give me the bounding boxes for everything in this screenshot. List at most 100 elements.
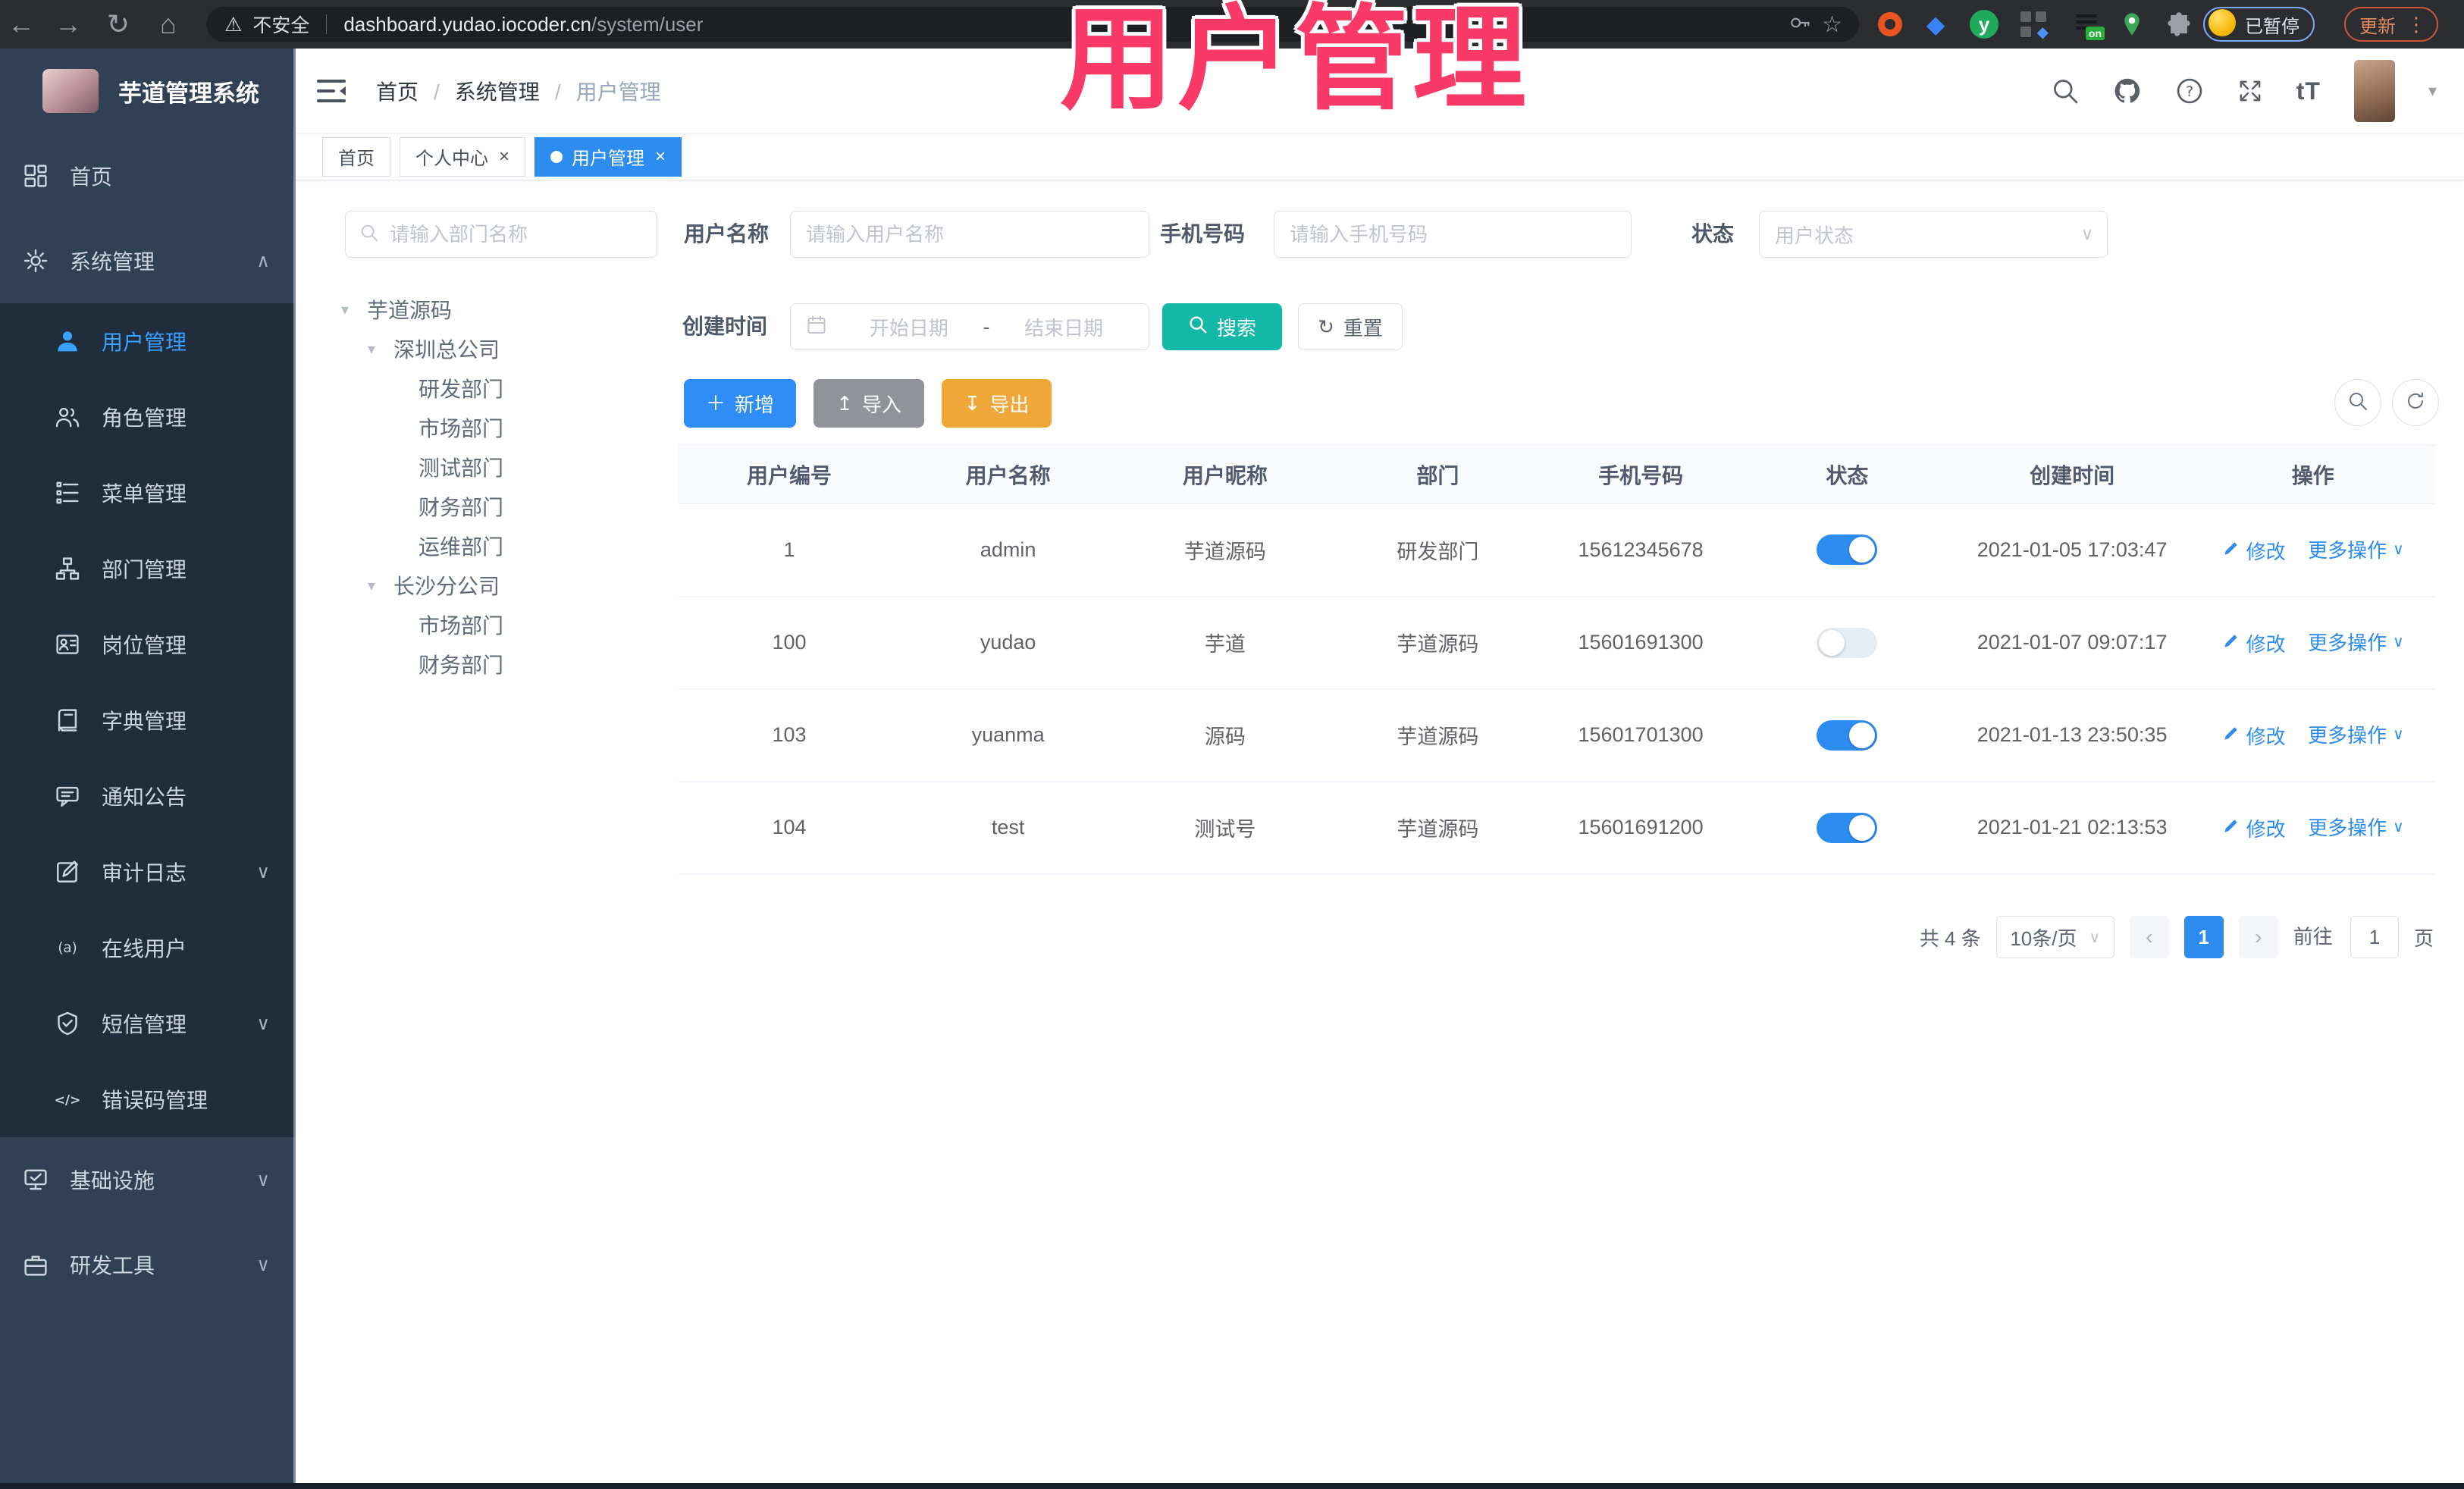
username-input[interactable] [806,222,1133,246]
address-bar[interactable]: ⚠ 不安全 dashboard.yudao.iocoder.cn/system/… [206,7,1859,42]
tree-caret-icon[interactable]: ▾ [368,576,393,595]
browser-back-icon[interactable]: ← [0,0,42,49]
breadcrumb-item[interactable]: 首页 [376,76,455,106]
fullscreen-icon[interactable] [2237,78,2263,104]
goto-page-input[interactable] [2350,916,2399,958]
dept-search-input[interactable] [390,222,643,246]
tree-node[interactable]: ▾ 运维部门 [341,526,660,566]
tree-node[interactable]: ▾ 财务部门 [341,644,660,684]
status-toggle[interactable] [1817,627,1878,658]
tree-node[interactable]: ▾ 芋道源码 [341,290,660,329]
add-button[interactable]: ＋ 新增 [684,379,796,428]
more-actions-link[interactable]: 更多操作 ∨ [2308,813,2404,841]
sidebar-item[interactable]: 研发工具 ∨ [0,1222,296,1307]
table-column-header: 操作 [2190,444,2436,504]
sidebar-item[interactable]: 字典管理 [0,682,296,758]
bookmark-star-icon[interactable]: ☆ [1822,11,1842,38]
tree-node[interactable]: ▾ 市场部门 [341,408,660,447]
edit-link[interactable]: 修改 [2222,814,2286,842]
sidebar-item[interactable]: 用户管理 [0,303,296,379]
tree-caret-icon[interactable]: ▾ [368,340,393,359]
status-toggle[interactable] [1817,719,1878,751]
refresh-button[interactable] [2392,379,2439,426]
browser-reload-icon[interactable]: ↻ [97,0,140,49]
search-button-icon [1188,315,1208,340]
search-button[interactable]: 搜索 [1162,303,1282,350]
table-header-row: 用户编号 用户名称 用户昵称 部门 手机号码 状态 创建时间 操作 [679,444,2436,504]
sidebar-item[interactable]: 通知公告 [0,758,296,834]
user-avatar[interactable] [2353,60,2395,122]
breadcrumb-item[interactable]: 系统管理 [455,76,576,106]
avatar-caret-icon[interactable]: ▾ [2428,81,2437,101]
github-icon[interactable] [2113,77,2142,105]
table-row: 1 admin 芋道源码 研发部门 15612345678 2021-01-05… [679,503,2436,597]
error-code-icon: </> [55,1086,80,1112]
puzzle-ext[interactable] [2162,8,2196,41]
sidebar-item[interactable]: (a) 在线用户 [0,910,296,986]
edit-link[interactable]: 修改 [2222,629,2286,657]
profile-paused-chip[interactable]: 已暂停 [2203,7,2315,42]
import-button[interactable]: ↥ 导入 [813,379,924,428]
tags-bar: 首页 × 个人中心 × 用户管理 × [296,133,2464,180]
key-icon[interactable] [1788,11,1811,38]
sidebar-item[interactable]: 短信管理 ∨ [0,986,296,1061]
breadcrumb-item[interactable]: 用户管理 [576,76,661,106]
view-tab[interactable]: 用户管理 × [534,136,682,177]
sidebar-item[interactable]: 首页 [0,133,296,218]
hamburger-icon[interactable] [317,78,346,104]
sidebar-item[interactable]: 角色管理 [0,379,296,455]
pin-ext[interactable] [2115,8,2149,41]
font-size-icon[interactable]: tT [2296,77,2321,105]
close-icon[interactable]: × [655,146,666,168]
sidebar-item[interactable]: </> 错误码管理 [0,1061,296,1137]
browser-forward-icon[interactable]: → [47,0,89,49]
edit-link[interactable]: 修改 [2222,537,2286,565]
sidebar-item[interactable]: 菜单管理 [0,455,296,531]
tree-node[interactable]: ▾ 财务部门 [341,487,660,526]
search-icon[interactable] [2051,77,2080,105]
pencil-icon [2222,632,2240,655]
hide-search-button[interactable] [2334,379,2381,426]
chrome-update-button[interactable]: 更新 ⋮ [2344,7,2438,42]
cell-created-time: 2021-01-05 17:03:47 [1954,503,2190,597]
sidebar-item[interactable]: 部门管理 [0,531,296,607]
close-icon[interactable]: × [499,146,509,168]
sidebar-item[interactable]: 岗位管理 [0,607,296,682]
view-tab[interactable]: 个人中心 × [400,136,526,177]
current-page-button[interactable]: 1 [2183,916,2224,958]
tree-node[interactable]: ▾ 研发部门 [341,368,660,408]
more-actions-link[interactable]: 更多操作 ∨ [2308,720,2404,748]
tree-node[interactable]: ▾ 长沙分公司 [341,566,660,605]
status-toggle[interactable] [1817,812,1878,843]
export-button[interactable]: ↧ 导出 [942,379,1052,428]
prev-page-button[interactable]: ‹ [2129,916,2169,958]
gem-ext[interactable]: ◆ [1919,8,1952,41]
reset-button[interactable]: ↻ 重置 [1298,303,1403,350]
grid-ext[interactable]: ◆ [2017,8,2050,41]
yudao-ext[interactable]: y [1967,8,2001,41]
next-page-button[interactable]: › [2238,916,2278,958]
tree-node[interactable]: ▾ 深圳总公司 [341,329,660,368]
edit-link[interactable]: 修改 [2222,722,2286,750]
ubuntu-ext[interactable] [1873,8,1907,41]
status-toggle[interactable] [1817,534,1878,566]
browser-home-icon[interactable]: ⌂ [147,0,190,49]
more-actions-link[interactable]: 更多操作 ∨ [2308,535,2404,563]
mobile-input[interactable] [1290,222,1616,246]
tree-node[interactable]: ▾ 测试部门 [341,447,660,487]
url-text[interactable]: dashboard.yudao.iocoder.cn/system/user [343,13,703,36]
page-size-select[interactable]: 10条/页 ∨ [1995,916,2114,958]
not-secure-label[interactable]: 不安全 [252,11,309,38]
adblock-on-ext[interactable]: on [2071,8,2105,41]
sidebar-item[interactable]: 基础设施 ∨ [0,1137,296,1222]
more-actions-link[interactable]: 更多操作 ∨ [2308,628,2404,656]
browser-menu-dots-icon[interactable]: ⋮ [2406,13,2426,36]
sidebar-item[interactable]: 审计日志 ∨ [0,834,296,910]
status-select[interactable]: 用户状态 ∨ [1759,211,2108,258]
tree-node[interactable]: ▾ 市场部门 [341,605,660,644]
help-icon[interactable]: ? [2175,77,2204,105]
view-tab[interactable]: 首页 × [322,136,390,177]
tree-caret-icon[interactable]: ▾ [341,300,367,319]
date-range-picker[interactable]: 开始日期 - 结束日期 [790,303,1149,350]
sidebar-item[interactable]: 系统管理 ∧ [0,218,296,303]
